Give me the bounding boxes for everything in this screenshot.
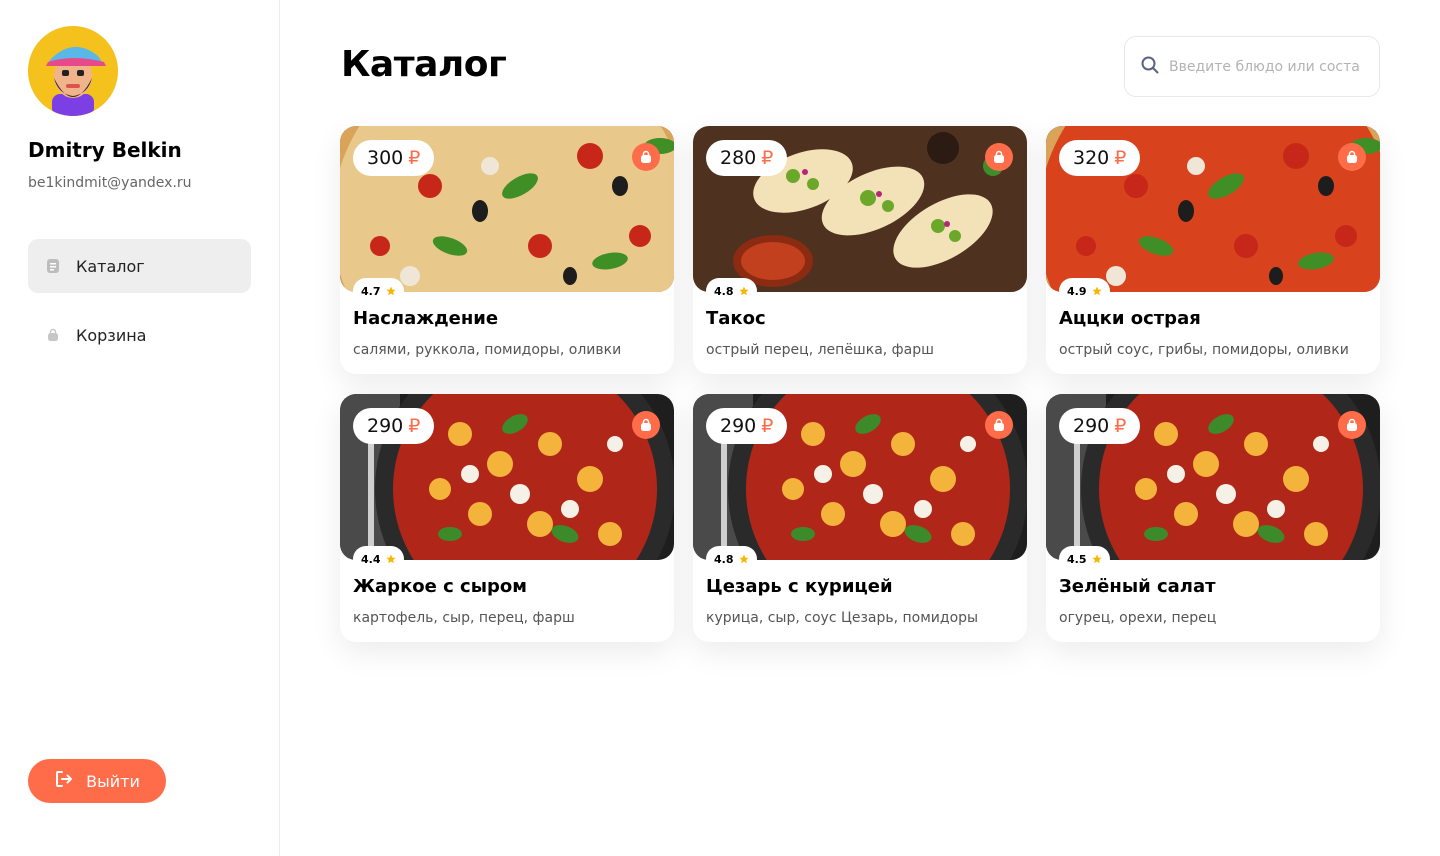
currency-symbol: ₽ (761, 147, 774, 169)
price-value: 320 (1073, 147, 1110, 169)
product-grid: 300 ₽ 4.7 Наслаждение салями, руккола, п… (340, 126, 1380, 642)
logout-button[interactable]: Выйти (28, 759, 166, 803)
product-name: Аццки острая (1059, 308, 1201, 329)
product-card[interactable]: 290 ₽ 4.8 Цезарь с курицей курица, сыр, … (693, 394, 1027, 642)
product-name: Наслаждение (353, 308, 499, 329)
product-name: Жаркое с сыром (353, 576, 527, 597)
product-ingredients: острый соус, грибы, помидоры, оливки (1059, 342, 1349, 358)
add-to-cart-button[interactable] (985, 411, 1013, 439)
rating-badge: 4.7 (353, 278, 404, 304)
product-ingredients: картофель, сыр, перец, фарш (353, 610, 575, 626)
rating-value: 4.7 (361, 284, 381, 298)
bag-icon (46, 328, 60, 342)
user-email: be1kindmit@yandex.ru (28, 175, 192, 191)
price-value: 290 (367, 415, 404, 437)
product-ingredients: огурец, орехи, перец (1059, 610, 1217, 626)
currency-symbol: ₽ (1114, 415, 1127, 437)
sidebar-item-label: Каталог (76, 256, 145, 276)
sidebar: Dmitry Belkin be1kindmit@yandex.ru Катал… (0, 0, 280, 856)
bag-icon (994, 418, 1004, 431)
currency-symbol: ₽ (408, 415, 421, 437)
star-icon (385, 286, 396, 296)
product-card[interactable]: 290 ₽ 4.5 Зелёный салат огурец, орехи, п… (1046, 394, 1380, 642)
add-to-cart-button[interactable] (985, 143, 1013, 171)
sidebar-item-catalog[interactable]: Каталог (28, 239, 251, 293)
logout-label: Выйти (86, 771, 140, 791)
product-card[interactable]: 280 ₽ 4.8 Такос острый перец, лепёшка, ф… (693, 126, 1027, 374)
search-box[interactable] (1124, 36, 1380, 97)
star-icon (738, 554, 749, 564)
product-card[interactable]: 320 ₽ 4.9 Аццки острая острый соус, гриб… (1046, 126, 1380, 374)
product-card[interactable]: 290 ₽ 4.4 Жаркое с сыром картофель, сыр,… (340, 394, 674, 642)
rating-value: 4.9 (1067, 284, 1087, 298)
rating-badge: 4.5 (1059, 546, 1110, 572)
bag-icon (641, 418, 651, 431)
currency-symbol: ₽ (408, 147, 421, 169)
add-to-cart-button[interactable] (632, 411, 660, 439)
sidebar-item-cart[interactable]: Корзина (28, 308, 251, 362)
product-name: Цезарь с курицей (706, 576, 893, 597)
logout-icon (54, 769, 74, 793)
price-badge: 300 ₽ (353, 140, 435, 176)
page-title: Каталог (341, 44, 507, 85)
rating-badge: 4.8 (706, 546, 757, 572)
rating-badge: 4.9 (1059, 278, 1110, 304)
sidebar-item-label: Корзина (76, 325, 147, 345)
price-badge: 320 ₽ (1059, 140, 1141, 176)
product-ingredients: курица, сыр, соус Цезарь, помидоры (706, 610, 979, 626)
search-icon (1141, 56, 1159, 78)
rating-badge: 4.8 (706, 278, 757, 304)
rating-value: 4.8 (714, 552, 734, 566)
add-to-cart-button[interactable] (1338, 411, 1366, 439)
product-card[interactable]: 300 ₽ 4.7 Наслаждение салями, руккола, п… (340, 126, 674, 374)
star-icon (738, 286, 749, 296)
star-icon (1091, 286, 1102, 296)
star-icon (1091, 554, 1102, 564)
currency-symbol: ₽ (1114, 147, 1127, 169)
price-value: 300 (367, 147, 404, 169)
bag-icon (641, 150, 651, 163)
price-badge: 290 ₽ (1059, 408, 1141, 444)
add-to-cart-button[interactable] (1338, 143, 1366, 171)
price-value: 290 (720, 415, 757, 437)
list-icon (46, 259, 60, 273)
product-name: Зелёный салат (1059, 576, 1216, 597)
bag-icon (994, 150, 1004, 163)
bag-icon (1347, 418, 1357, 431)
bag-icon (1347, 150, 1357, 163)
price-value: 290 (1073, 415, 1110, 437)
rating-value: 4.5 (1067, 552, 1087, 566)
star-icon (385, 554, 396, 564)
price-badge: 290 ₽ (706, 408, 788, 444)
user-name: Dmitry Belkin (28, 138, 182, 162)
price-badge: 280 ₽ (706, 140, 788, 176)
rating-badge: 4.4 (353, 546, 404, 572)
price-badge: 290 ₽ (353, 408, 435, 444)
rating-value: 4.4 (361, 552, 381, 566)
currency-symbol: ₽ (761, 415, 774, 437)
price-value: 280 (720, 147, 757, 169)
add-to-cart-button[interactable] (632, 143, 660, 171)
product-ingredients: острый перец, лепёшка, фарш (706, 342, 934, 358)
product-name: Такос (706, 308, 766, 329)
product-ingredients: салями, руккола, помидоры, оливки (353, 342, 622, 358)
search-input[interactable] (1169, 58, 1359, 75)
user-avatar[interactable] (28, 26, 118, 116)
rating-value: 4.8 (714, 284, 734, 298)
